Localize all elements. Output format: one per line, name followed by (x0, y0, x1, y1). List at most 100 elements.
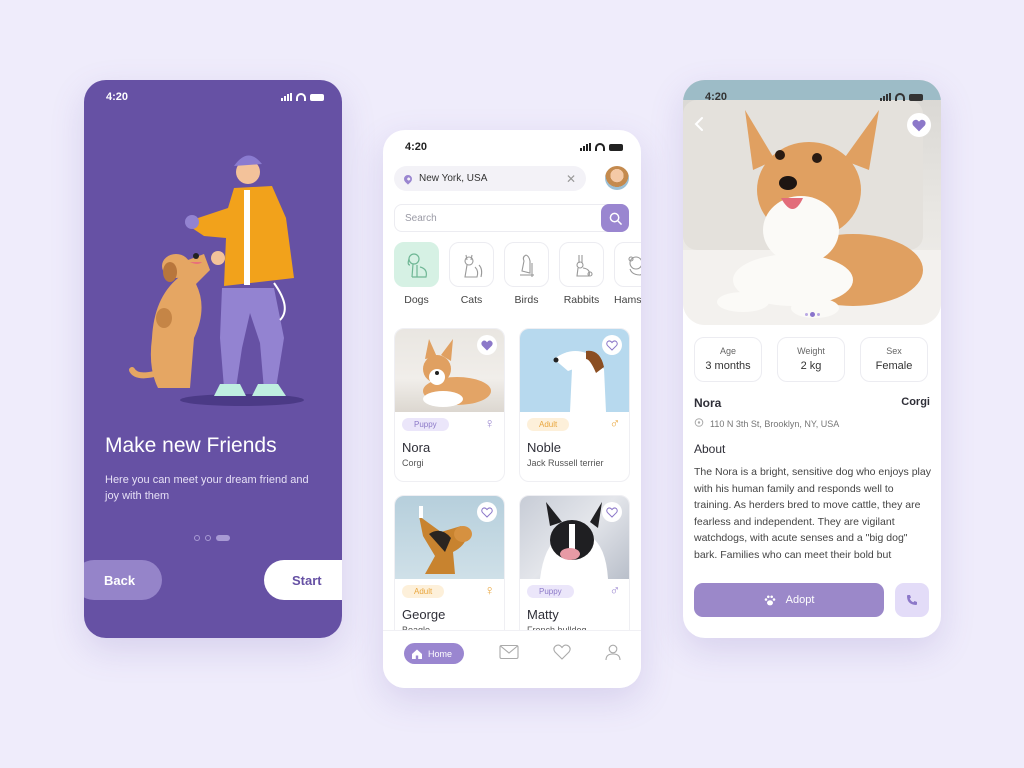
mail-icon[interactable] (499, 644, 519, 660)
pet-photo (520, 496, 629, 579)
profile-icon[interactable] (605, 644, 621, 661)
pet-breed: Corgi (901, 396, 930, 408)
category-dogs[interactable]: Dogs (394, 242, 439, 306)
stat-sex: Sex Female (860, 337, 928, 382)
back-button[interactable]: Back (84, 560, 162, 600)
favorite-button[interactable] (602, 502, 622, 522)
favorite-button[interactable] (477, 502, 497, 522)
home-screen: 4:20 New York, USA ✕ Search Dogs Cats Bi… (383, 130, 641, 688)
wifi-icon (595, 143, 605, 151)
battery-icon (609, 143, 623, 151)
signal-icon (281, 93, 292, 101)
male-icon: ♂ (609, 415, 621, 431)
page-dot[interactable] (194, 535, 200, 541)
about-heading: About (694, 442, 726, 456)
favorite-button[interactable] (477, 335, 497, 355)
paw-icon (764, 595, 775, 605)
search-placeholder: Search (405, 212, 437, 224)
heart-filled-icon (481, 340, 493, 350)
category-cats[interactable]: Cats (449, 242, 494, 306)
search-button[interactable] (601, 204, 629, 232)
status-time: 4:20 (405, 141, 428, 153)
pet-address: 110 N 3th St, Brooklyn, NY, USA (694, 418, 839, 429)
pet-card[interactable]: Puppy ♀ Nora Corgi (394, 328, 505, 482)
category-birds[interactable]: Birds (504, 242, 549, 306)
clear-location-icon[interactable]: ✕ (566, 172, 576, 186)
battery-icon (310, 93, 324, 101)
stat-age: Age 3 months (694, 337, 762, 382)
heart-outline-icon (481, 506, 493, 518)
signal-icon (880, 93, 891, 101)
corgi-hero-photo (683, 80, 941, 325)
man-playing-with-dog-illustration (129, 155, 304, 406)
search-icon (609, 212, 622, 225)
category-hamsters[interactable]: Hamsters (614, 242, 641, 306)
status-time: 4:20 (705, 91, 728, 103)
page-dot-active[interactable] (216, 535, 230, 541)
user-avatar[interactable] (605, 166, 629, 190)
age-badge: Puppy (402, 418, 449, 431)
pet-card[interactable]: Puppy ♂ Matty French bulldog (519, 495, 630, 649)
status-bar: 4:20 (705, 90, 923, 104)
rabbit-icon (575, 254, 593, 277)
heart-icon[interactable] (553, 644, 571, 660)
favorite-button[interactable] (907, 113, 931, 137)
heart-outline-icon (606, 339, 618, 351)
dog-icon (407, 252, 427, 278)
pager-dot[interactable] (805, 313, 808, 316)
tab-home[interactable]: Home (404, 643, 464, 664)
category-rabbits[interactable]: Rabbits (559, 242, 604, 306)
heart-filled-icon (912, 119, 926, 131)
pet-name: Nora (694, 396, 722, 410)
page-dot[interactable] (205, 535, 211, 541)
wifi-icon (296, 93, 306, 101)
battery-icon (909, 93, 923, 101)
age-badge: Adult (402, 585, 445, 598)
pet-name: Noble (527, 440, 561, 455)
about-text: The Nora is a bright, sensitive dog who … (694, 466, 931, 561)
age-badge: Adult (527, 418, 570, 431)
pet-stats: Age 3 months Weight 2 kg Sex Female (694, 337, 928, 382)
back-arrow-icon[interactable] (693, 116, 705, 132)
call-button[interactable] (895, 583, 929, 617)
location-selector[interactable]: New York, USA ✕ (394, 166, 586, 191)
location-pin-icon (694, 418, 704, 427)
pet-photo (395, 329, 504, 412)
start-button[interactable]: Start (264, 560, 342, 600)
adopt-button[interactable]: Adopt (694, 583, 884, 617)
status-time: 4:20 (106, 91, 129, 103)
photo-pager (805, 312, 820, 317)
bird-icon (519, 253, 534, 277)
pet-name: Matty (527, 607, 559, 622)
favorite-button[interactable] (602, 335, 622, 355)
heart-outline-icon (606, 506, 618, 518)
pager-dot-active[interactable] (810, 312, 815, 317)
pet-card[interactable]: Adult ♂ Noble Jack Russell terrier (519, 328, 630, 482)
pet-card[interactable]: Adult ♀ George Beagle (394, 495, 505, 649)
bottom-tab-bar: Home (383, 630, 641, 688)
hamster-icon (627, 255, 641, 276)
status-bar: 4:20 (106, 90, 324, 104)
pet-breed: Jack Russell terrier (527, 458, 604, 468)
page-indicator (194, 535, 230, 541)
cat-icon (463, 254, 482, 278)
pet-breed: Corgi (402, 458, 424, 468)
location-pin-icon (402, 172, 414, 185)
age-badge: Puppy (527, 585, 574, 598)
onboarding-subtitle: Here you can meet your dream friend and … (105, 474, 309, 502)
onboarding-title: Make new Friends (105, 434, 277, 457)
female-icon: ♀ (484, 415, 496, 431)
search-input[interactable]: Search (394, 204, 629, 232)
pager-dot[interactable] (817, 313, 820, 316)
status-bar: 4:20 (405, 140, 623, 154)
wifi-icon (895, 93, 905, 101)
pet-name: Nora (402, 440, 431, 455)
onboarding-screen: 4:20 Make new Friends Here you can meet … (84, 80, 342, 638)
phone-icon (907, 595, 917, 605)
pet-hero-photo (683, 80, 941, 325)
pet-grid: Puppy ♀ Nora Corgi Adult ♂ Noble Jack Ru… (394, 328, 630, 649)
male-icon: ♂ (609, 582, 621, 598)
location-text: New York, USA (419, 173, 488, 184)
female-icon: ♀ (484, 582, 496, 598)
pet-name: George (402, 607, 446, 622)
